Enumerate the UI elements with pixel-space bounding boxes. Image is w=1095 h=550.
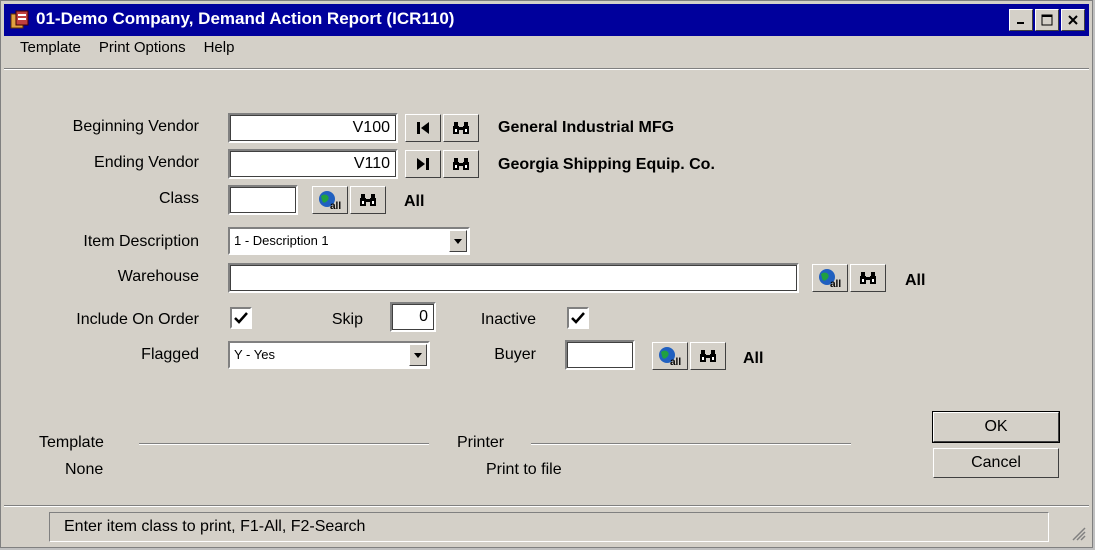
- buyer-input[interactable]: [565, 340, 635, 370]
- flagged-select[interactable]: Y - Yes: [228, 341, 430, 369]
- title-bar[interactable]: 01-Demo Company, Demand Action Report (I…: [4, 4, 1089, 36]
- binoculars-icon: [360, 194, 376, 206]
- search-ending-vendor-button[interactable]: [443, 150, 479, 178]
- beginning-vendor-label: Beginning Vendor: [72, 118, 199, 135]
- item-description-value: 1 - Description 1: [234, 233, 329, 248]
- include-on-order-label: Include On Order: [76, 311, 199, 328]
- inactive-label: Inactive: [480, 311, 536, 328]
- template-group-value: None: [65, 461, 104, 478]
- template-group-line: [139, 443, 429, 445]
- check-icon: [234, 312, 248, 324]
- buyer-description: All: [743, 350, 764, 367]
- all-warehouses-button[interactable]: all: [812, 264, 848, 292]
- class-input[interactable]: [228, 185, 298, 215]
- skip-label: Skip: [331, 311, 363, 328]
- template-group-label: Template: [39, 434, 104, 451]
- warehouse-label: Warehouse: [117, 268, 199, 285]
- maximize-icon: [1041, 14, 1053, 26]
- menu-template[interactable]: Template: [20, 39, 81, 65]
- globe-all-icon: all: [319, 191, 341, 210]
- binoculars-icon: [860, 272, 876, 284]
- all-classes-button[interactable]: all: [312, 186, 348, 214]
- skip-input[interactable]: 0: [390, 302, 436, 332]
- svg-text:all: all: [670, 357, 681, 366]
- menu-separator: [4, 68, 1089, 70]
- first-vendor-button[interactable]: [405, 114, 441, 142]
- check-icon: [571, 312, 585, 324]
- last-record-icon: [417, 158, 429, 170]
- ending-vendor-description: Georgia Shipping Equip. Co.: [498, 156, 715, 173]
- menu-print-options[interactable]: Print Options: [99, 39, 186, 65]
- item-description-select[interactable]: 1 - Description 1: [228, 227, 470, 255]
- dropdown-arrow-icon[interactable]: [409, 344, 427, 366]
- printer-group-line: [531, 443, 851, 445]
- search-class-button[interactable]: [350, 186, 386, 214]
- app-icon: [10, 10, 29, 29]
- printer-group-value: Print to file: [486, 461, 562, 478]
- class-description: All: [404, 193, 425, 210]
- binoculars-icon: [700, 350, 716, 362]
- search-buyer-button[interactable]: [690, 342, 726, 370]
- maximize-button[interactable]: [1035, 9, 1059, 31]
- cancel-button[interactable]: Cancel: [933, 448, 1059, 478]
- buyer-label: Buyer: [494, 346, 536, 363]
- warehouse-description: All: [905, 272, 926, 289]
- close-icon: [1068, 15, 1078, 25]
- globe-all-icon: all: [659, 347, 681, 366]
- resize-grip-icon[interactable]: [1070, 525, 1086, 541]
- window-title: 01-Demo Company, Demand Action Report (I…: [36, 9, 455, 28]
- dropdown-arrow-icon[interactable]: [449, 230, 467, 252]
- beginning-vendor-description: General Industrial MFG: [498, 119, 675, 136]
- first-record-icon: [417, 122, 429, 134]
- globe-all-icon: all: [819, 269, 841, 288]
- status-separator: [4, 505, 1089, 507]
- flagged-label: Flagged: [141, 346, 199, 363]
- binoculars-icon: [453, 158, 469, 170]
- search-beginning-vendor-button[interactable]: [443, 114, 479, 142]
- minimize-button[interactable]: [1009, 9, 1033, 31]
- svg-text:all: all: [330, 201, 341, 210]
- ok-button[interactable]: OK: [932, 411, 1060, 443]
- search-warehouse-button[interactable]: [850, 264, 886, 292]
- last-vendor-button[interactable]: [405, 150, 441, 178]
- all-buyers-button[interactable]: all: [652, 342, 688, 370]
- class-label: Class: [158, 190, 199, 207]
- ending-vendor-label: Ending Vendor: [94, 154, 199, 171]
- flagged-value: Y - Yes: [234, 347, 275, 362]
- menu-help[interactable]: Help: [204, 39, 235, 65]
- close-button[interactable]: [1061, 9, 1085, 31]
- report-window: 01-Demo Company, Demand Action Report (I…: [0, 0, 1093, 548]
- printer-group-label: Printer: [457, 434, 505, 451]
- menu-bar: Template Print Options Help: [4, 39, 234, 65]
- warehouse-input[interactable]: [228, 263, 799, 293]
- inactive-checkbox[interactable]: [567, 307, 589, 329]
- binoculars-icon: [453, 122, 469, 134]
- svg-text:all: all: [830, 279, 841, 288]
- include-on-order-checkbox[interactable]: [230, 307, 252, 329]
- minimize-icon: [1017, 22, 1024, 24]
- beginning-vendor-input[interactable]: V100: [228, 113, 398, 143]
- status-bar: Enter item class to print, F1-All, F2-Se…: [49, 512, 1049, 542]
- ending-vendor-input[interactable]: V110: [228, 149, 398, 179]
- item-description-label: Item Description: [83, 233, 199, 250]
